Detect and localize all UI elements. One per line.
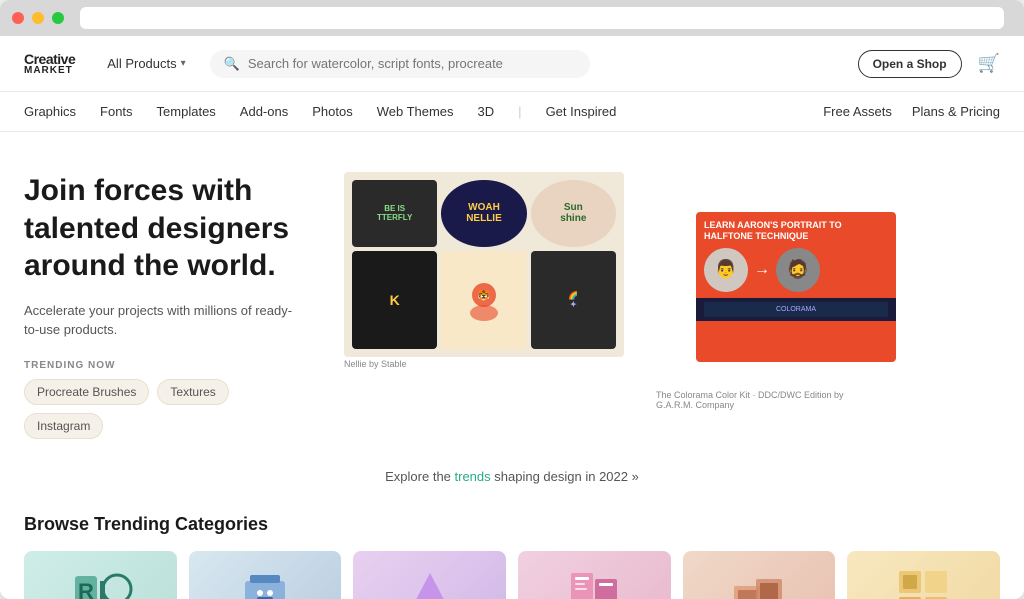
nav-3d[interactable]: 3D [478,104,495,119]
portrait-before: 👨 [704,248,748,292]
category-vector-graphics[interactable]: Vector Graphics [353,551,506,599]
browser-maximize-btn[interactable] [52,12,64,24]
category-vector-img [353,551,506,599]
arrow-right-icon: → [754,261,770,279]
hero-section: Join forces with talented designers arou… [0,132,900,459]
hero-overlay-image: LEARN AARON'S PORTRAIT TO HALFTONE TECHN… [696,212,896,362]
hero-title: Join forces with talented designers arou… [24,172,304,285]
category-canva-img [518,551,671,599]
nav-right-links: Free Assets Plans & Pricing [823,104,1000,119]
search-bar: 🔍 [210,50,590,78]
category-display-fonts[interactable]: R Display Fonts [24,551,177,599]
category-shopify-themes[interactable]: Shopify Themes [189,551,342,599]
main-content: Join forces with talented designers arou… [0,132,1024,599]
nav-photos[interactable]: Photos [312,104,352,119]
nav-plans-pricing[interactable]: Plans & Pricing [912,104,1000,119]
sticker-3: Sunshine [531,180,616,247]
overlay-bottom-text: COLORAMA [704,302,888,317]
nav-addons[interactable]: Add-ons [240,104,288,119]
nav-web-themes[interactable]: Web Themes [377,104,454,119]
browse-section: Browse Trending Categories R Display Fon… [0,504,1024,599]
logo-creative-text: Creative [24,52,75,66]
browser-close-btn[interactable] [12,12,24,24]
chevron-down-icon: ▾ [181,58,186,69]
sticker-5: 🐯 [441,251,526,350]
sticker-1: BE ISTTERFLY [352,180,437,247]
overlay-portraits: 👨 → 🧔 [704,248,888,292]
trending-tags: Procreate Brushes Textures Instagram [24,379,304,439]
tag-procreate-brushes[interactable]: Procreate Brushes [24,379,149,405]
cart-icon[interactable]: 🛒 [978,53,1000,74]
overlay-bottom-bar: COLORAMA [696,298,896,321]
browser-minimize-btn[interactable] [32,12,44,24]
trending-label: TRENDING NOW [24,360,304,371]
categories-grid: R Display Fonts Shopify Themes [24,551,1000,599]
address-bar[interactable] [80,7,1004,29]
logo-market-text: MARKET [24,66,75,76]
portrait-after: 🧔 [776,248,820,292]
browse-title: Browse Trending Categories [24,514,1000,535]
sticker-2: WOAHNELLIE [441,180,526,247]
nav-fonts[interactable]: Fonts [100,104,133,119]
category-shopify-img [189,551,342,599]
tag-instagram[interactable]: Instagram [24,413,103,439]
tag-textures[interactable]: Textures [157,379,228,405]
top-nav: Creative MARKET All Products ▾ 🔍 Open a … [0,36,1024,92]
search-input[interactable] [248,56,576,71]
category-canva-templates[interactable]: Canva Templates [518,551,671,599]
hero-main-image: BE ISTTERFLY WOAHNELLIE Sunshine K 🐯 🌈✦ [344,172,624,357]
explore-trends-link[interactable]: trends [455,469,491,484]
svg-text:🐯: 🐯 [478,289,491,302]
logo[interactable]: Creative MARKET [24,52,75,76]
hero-text: Join forces with talented designers arou… [24,172,304,439]
nav-divider: | [518,104,521,119]
explore-trends: Explore the trends shaping design in 202… [0,459,1024,504]
browser-titlebar [0,0,1024,36]
category-product-mockups[interactable]: Product Mockups [683,551,836,599]
category-display-fonts-img: R [24,551,177,599]
overlay-title: LEARN AARON'S PORTRAIT TO HALFTONE TECHN… [704,220,888,242]
nav-right: Open a Shop 🛒 [858,50,1000,78]
sticker-4: K [352,251,437,350]
secondary-nav: Graphics Fonts Templates Add-ons Photos … [0,92,1024,132]
image2-caption: The Colorama Color Kit · DDC/DWC Edition… [656,390,876,410]
all-products-button[interactable]: All Products ▾ [99,52,193,75]
nav-templates[interactable]: Templates [157,104,216,119]
search-icon: 🔍 [224,56,240,72]
nav-graphics[interactable]: Graphics [24,104,76,119]
explore-text-after: shaping design in 2022 » [491,469,639,484]
category-mockups-img [683,551,836,599]
all-products-label: All Products [107,56,176,71]
hero-subtitle: Accelerate your projects with millions o… [24,301,304,340]
open-shop-button[interactable]: Open a Shop [858,50,962,78]
hero-images: BE ISTTERFLY WOAHNELLIE Sunshine K 🐯 🌈✦ … [344,172,876,392]
category-instagram-img [847,551,1000,599]
explore-text-before: Explore the [385,469,454,484]
nav-free-assets[interactable]: Free Assets [823,104,892,119]
category-instagram-templates[interactable]: Instagram Templates [847,551,1000,599]
nav-get-inspired[interactable]: Get Inspired [546,104,617,119]
sticker-6: 🌈✦ [531,251,616,350]
svg-text:R: R [78,579,94,599]
